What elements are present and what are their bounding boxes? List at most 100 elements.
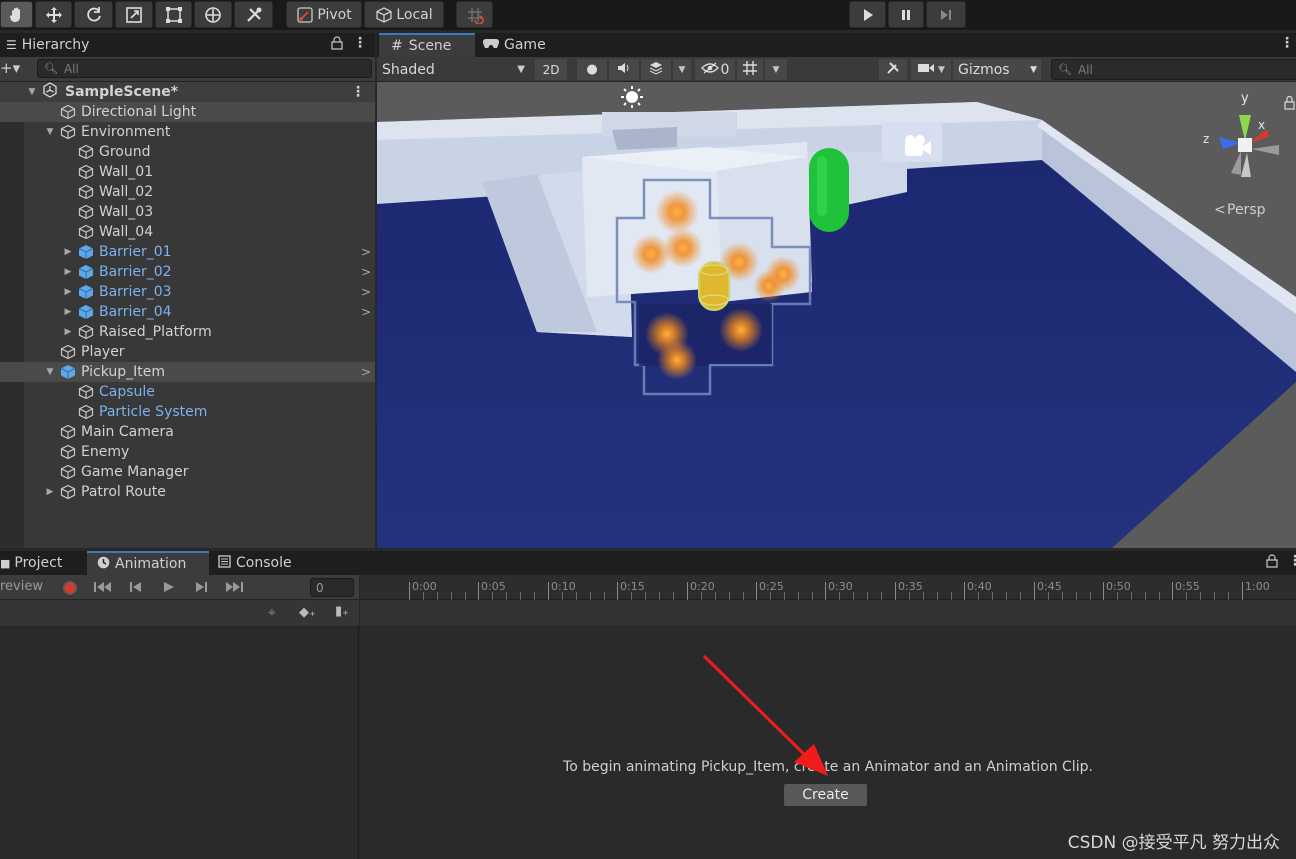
hierarchy-item[interactable]: Game Manager — [0, 462, 375, 482]
add-keyframe-icon[interactable]: ◆₊ — [299, 605, 316, 620]
open-prefab-chevron-icon[interactable]: > — [361, 365, 371, 379]
lock-icon[interactable] — [1266, 554, 1278, 572]
hierarchy-item[interactable]: Capsule — [0, 382, 375, 402]
tab-game[interactable]: Game — [477, 33, 567, 57]
prev-key-icon[interactable] — [129, 581, 143, 597]
open-prefab-chevron-icon[interactable]: > — [361, 285, 371, 299]
play-icon[interactable] — [162, 581, 176, 597]
timeline-tick-label: 0:25 — [759, 580, 784, 593]
hierarchy-item[interactable]: Main Camera — [0, 422, 375, 442]
hierarchy-item[interactable]: ▶ Barrier_04 > — [0, 302, 375, 322]
tab-animation[interactable]: Animation — [87, 551, 209, 575]
hand-tool-button[interactable] — [0, 1, 33, 28]
hierarchy-item[interactable]: Player — [0, 342, 375, 362]
mode-2d-toggle[interactable]: 2D — [535, 59, 567, 80]
camera-settings-button[interactable]: ▼ — [911, 59, 951, 80]
watermark: CSDN @接受平凡 努力出众 — [1068, 828, 1280, 853]
tab-hierarchy[interactable]: ☰ Hierarchy — [0, 33, 110, 57]
hierarchy-search-input[interactable]: 🔍︎ All — [37, 59, 372, 78]
record-button[interactable] — [61, 579, 79, 601]
frame-field[interactable]: 0 — [310, 578, 354, 597]
lighting-toggle[interactable]: ● — [577, 59, 607, 80]
timeline-minor-tick — [423, 592, 424, 600]
filter-icon[interactable]: ⌖ — [268, 605, 276, 621]
hierarchy-item[interactable]: Enemy — [0, 442, 375, 462]
panel-menu-icon[interactable]: ⋮ — [353, 35, 367, 51]
hierarchy-item[interactable]: Wall_04 — [0, 222, 375, 242]
shading-mode-dropdown[interactable]: Shaded ▼ — [377, 59, 527, 80]
collapse-arrow-icon[interactable]: ▶ — [62, 247, 74, 257]
hierarchy-item[interactable]: Wall_02 — [0, 182, 375, 202]
play-button[interactable] — [849, 1, 886, 28]
panel-menu-icon[interactable]: ⋮ — [1288, 553, 1296, 569]
persp-label[interactable]: Persp — [1227, 202, 1266, 218]
collapse-arrow-icon[interactable]: ▶ — [44, 487, 56, 497]
effects-toggle[interactable] — [641, 59, 671, 80]
timeline-tick-label: 1:00 — [1245, 580, 1270, 593]
hierarchy-item[interactable]: ▼Environment — [0, 122, 375, 142]
sun-icon[interactable] — [621, 86, 643, 108]
timeline-minor-tick — [604, 592, 605, 600]
hierarchy-item[interactable]: ▶Raised_Platform — [0, 322, 375, 342]
move-tool-button[interactable] — [35, 1, 72, 28]
transform-tool-button[interactable] — [194, 1, 232, 28]
hierarchy-item[interactable]: ▶Barrier_03> — [0, 282, 375, 302]
pivot-toggle[interactable]: Pivot — [286, 1, 362, 28]
open-prefab-chevron-icon[interactable]: > — [361, 265, 371, 279]
hierarchy-item-name: Barrier_04 — [99, 304, 172, 320]
collapse-arrow-icon[interactable]: ▶ — [62, 327, 74, 337]
hierarchy-item[interactable]: Wall_03 — [0, 202, 375, 222]
scene-row[interactable]: ▼ SampleScene* ⋮ — [0, 82, 375, 102]
expand-arrow-icon[interactable]: ▼ — [26, 87, 38, 97]
open-prefab-chevron-icon[interactable]: > — [361, 305, 371, 319]
scene-tools-button[interactable] — [879, 59, 907, 80]
gizmos-dropdown[interactable]: Gizmos ▼ — [953, 59, 1041, 80]
grid-dropdown[interactable]: ▼ — [765, 59, 787, 80]
add-event-icon[interactable]: ▮₊ — [335, 604, 349, 619]
pause-button[interactable] — [888, 1, 924, 28]
first-key-icon[interactable] — [93, 581, 113, 597]
hierarchy-item[interactable]: ▶Barrier_02> — [0, 262, 375, 282]
hierarchy-item[interactable]: Ground — [0, 142, 375, 162]
next-key-icon[interactable] — [194, 581, 208, 597]
scene-viewport[interactable]: y x z < Persp — [377, 82, 1296, 548]
hierarchy-item[interactable]: ▶Barrier_01> — [0, 242, 375, 262]
collapse-arrow-icon[interactable]: ▶ — [62, 307, 74, 317]
scene-panel-menu-icon[interactable]: ⋮ — [1280, 35, 1294, 51]
scene-menu-icon[interactable]: ⋮ — [351, 84, 365, 100]
last-key-icon[interactable] — [224, 581, 244, 597]
preview-toggle[interactable]: review — [0, 579, 43, 594]
open-prefab-chevron-icon[interactable]: > — [361, 245, 371, 259]
add-object-button[interactable]: +▾ — [0, 59, 20, 77]
step-button[interactable] — [926, 1, 966, 28]
event-track[interactable] — [360, 600, 1296, 627]
timeline-tick — [1242, 582, 1243, 600]
tab-project[interactable]: ■ Project — [0, 551, 85, 575]
hierarchy-item[interactable]: Wall_01 — [0, 162, 375, 182]
custom-tool-button[interactable] — [234, 1, 273, 28]
hierarchy-item-name: Capsule — [99, 384, 155, 400]
scene-search-input[interactable]: 🔍︎ All — [1051, 59, 1296, 80]
gameobject-cube-icon — [78, 144, 94, 160]
collapse-arrow-icon[interactable]: ▶ — [62, 267, 74, 277]
effects-dropdown[interactable]: ▼ — [673, 59, 691, 80]
rotate-tool-button[interactable] — [74, 1, 113, 28]
hierarchy-item[interactable]: ▶Patrol Route — [0, 482, 375, 502]
expand-arrow-icon[interactable]: ▼ — [44, 127, 56, 137]
tab-scene[interactable]: # Scene — [379, 33, 475, 57]
expand-arrow-icon[interactable]: ▼ — [44, 367, 56, 377]
grid-snap-button[interactable] — [456, 1, 493, 28]
hidden-objects-toggle[interactable]: 0 — [695, 59, 735, 80]
lock-icon[interactable] — [331, 36, 343, 54]
hierarchy-item[interactable]: Particle System — [0, 402, 375, 422]
audio-toggle[interactable] — [609, 59, 639, 80]
grid-toggle[interactable] — [737, 59, 763, 80]
local-toggle[interactable]: Local — [364, 1, 444, 28]
tab-console[interactable]: Console — [212, 551, 312, 575]
hierarchy-item[interactable]: Directional Light — [0, 102, 375, 122]
create-button[interactable]: Create — [783, 783, 868, 807]
hierarchy-item[interactable]: ▼Pickup_Item> — [0, 362, 375, 382]
rect-tool-button[interactable] — [155, 1, 192, 28]
scale-tool-button[interactable] — [115, 1, 153, 28]
collapse-arrow-icon[interactable]: ▶ — [62, 287, 74, 297]
